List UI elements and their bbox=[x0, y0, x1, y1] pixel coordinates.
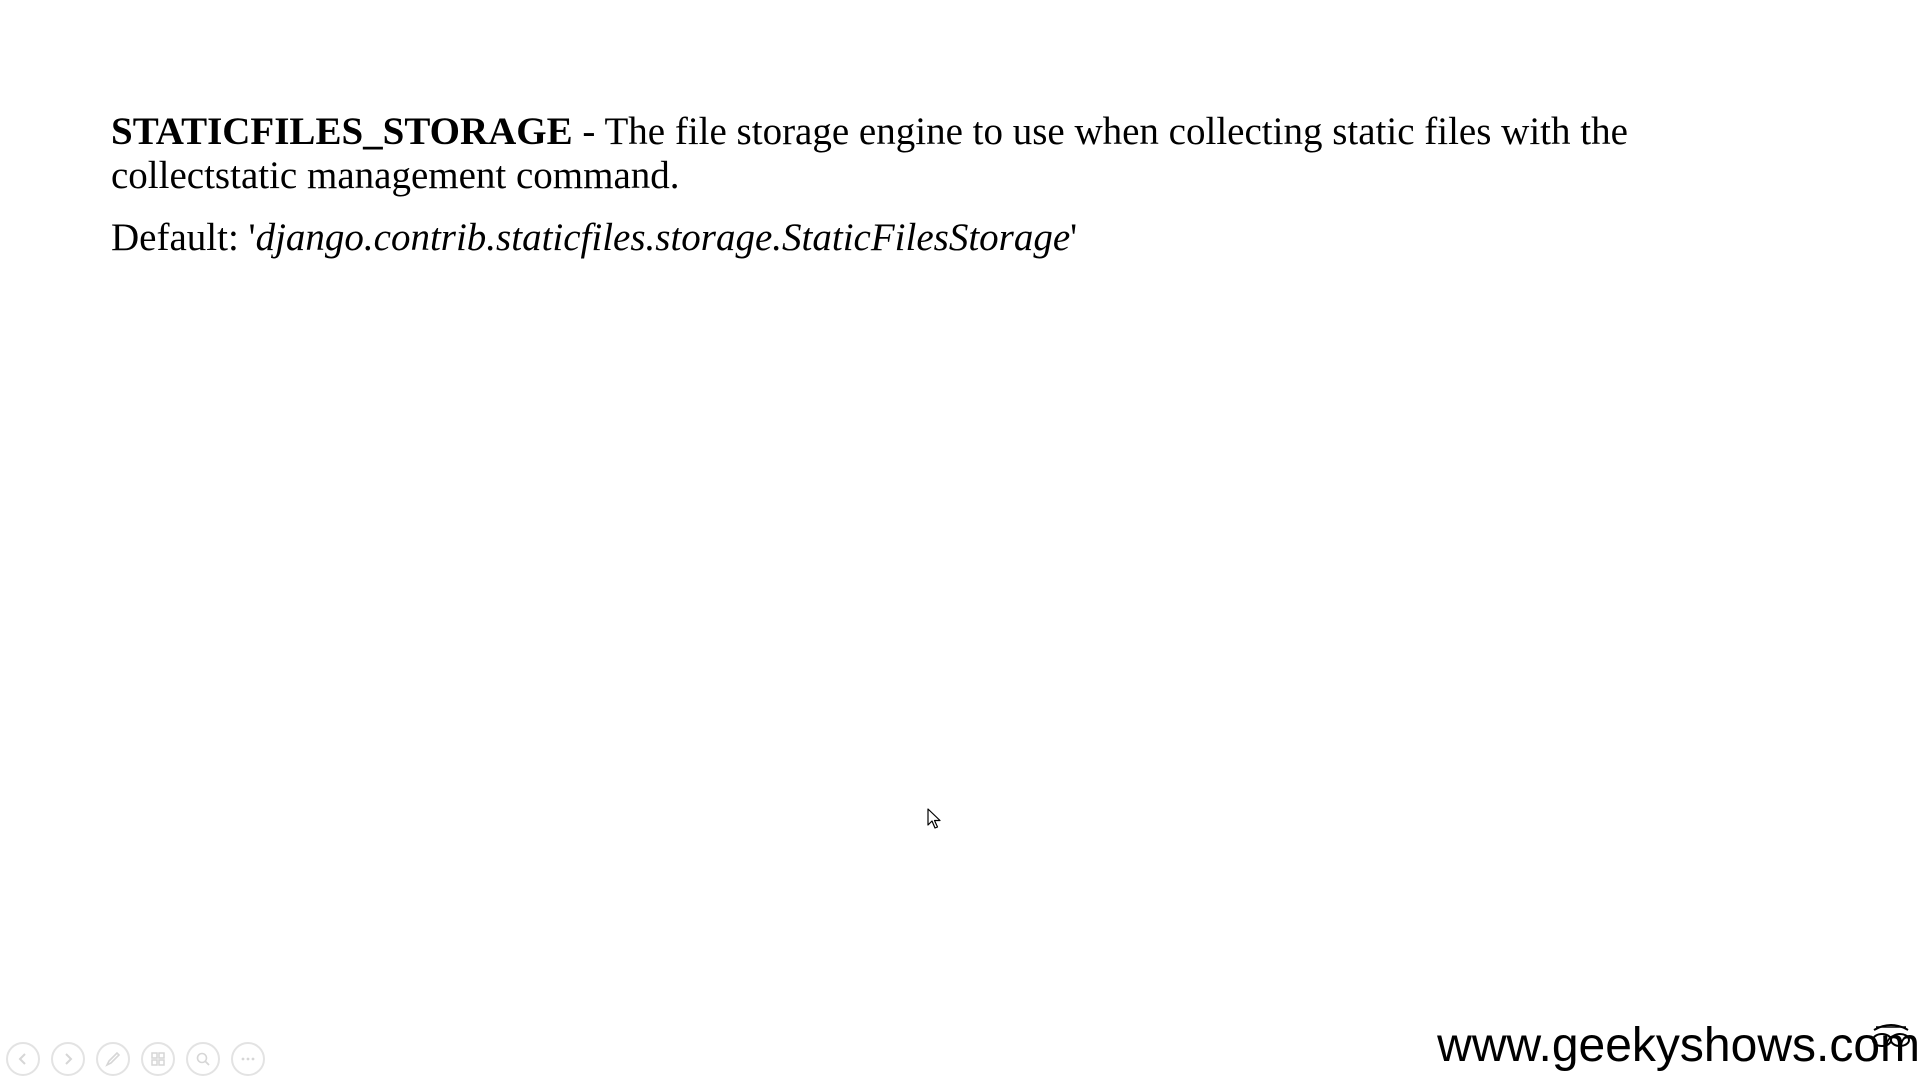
mouse-cursor-icon bbox=[927, 808, 941, 829]
next-icon bbox=[65, 1053, 73, 1065]
slideshow-toolbar bbox=[6, 1042, 265, 1076]
previous-slide-button[interactable] bbox=[6, 1042, 40, 1076]
setting-name: STATICFILES_STORAGE bbox=[111, 110, 573, 153]
setting-definition: STATICFILES_STORAGE - The file storage e… bbox=[111, 110, 1811, 198]
default-line: Default: 'django.contrib.staticfiles.sto… bbox=[111, 216, 1811, 260]
default-suffix: ' bbox=[1070, 216, 1078, 259]
slide-content: STATICFILES_STORAGE - The file storage e… bbox=[111, 110, 1811, 260]
website-watermark: www.geekyshows.com bbox=[1437, 1019, 1920, 1072]
pen-button[interactable] bbox=[96, 1042, 130, 1076]
next-slide-button[interactable] bbox=[51, 1042, 85, 1076]
zoom-icon bbox=[196, 1052, 210, 1066]
default-label: Default: ' bbox=[111, 216, 256, 259]
previous-icon bbox=[18, 1053, 26, 1065]
zoom-button[interactable] bbox=[186, 1042, 220, 1076]
slides-grid-icon bbox=[151, 1052, 165, 1066]
see-all-slides-button[interactable] bbox=[141, 1042, 175, 1076]
more-options-button[interactable] bbox=[231, 1042, 265, 1076]
more-options-icon bbox=[241, 1057, 255, 1061]
presentation-slide: STATICFILES_STORAGE - The file storage e… bbox=[0, 0, 1920, 1080]
pen-icon bbox=[105, 1051, 121, 1067]
glasses-logo-icon bbox=[1872, 1024, 1910, 1047]
default-value: django.contrib.staticfiles.storage.Stati… bbox=[255, 216, 1071, 259]
